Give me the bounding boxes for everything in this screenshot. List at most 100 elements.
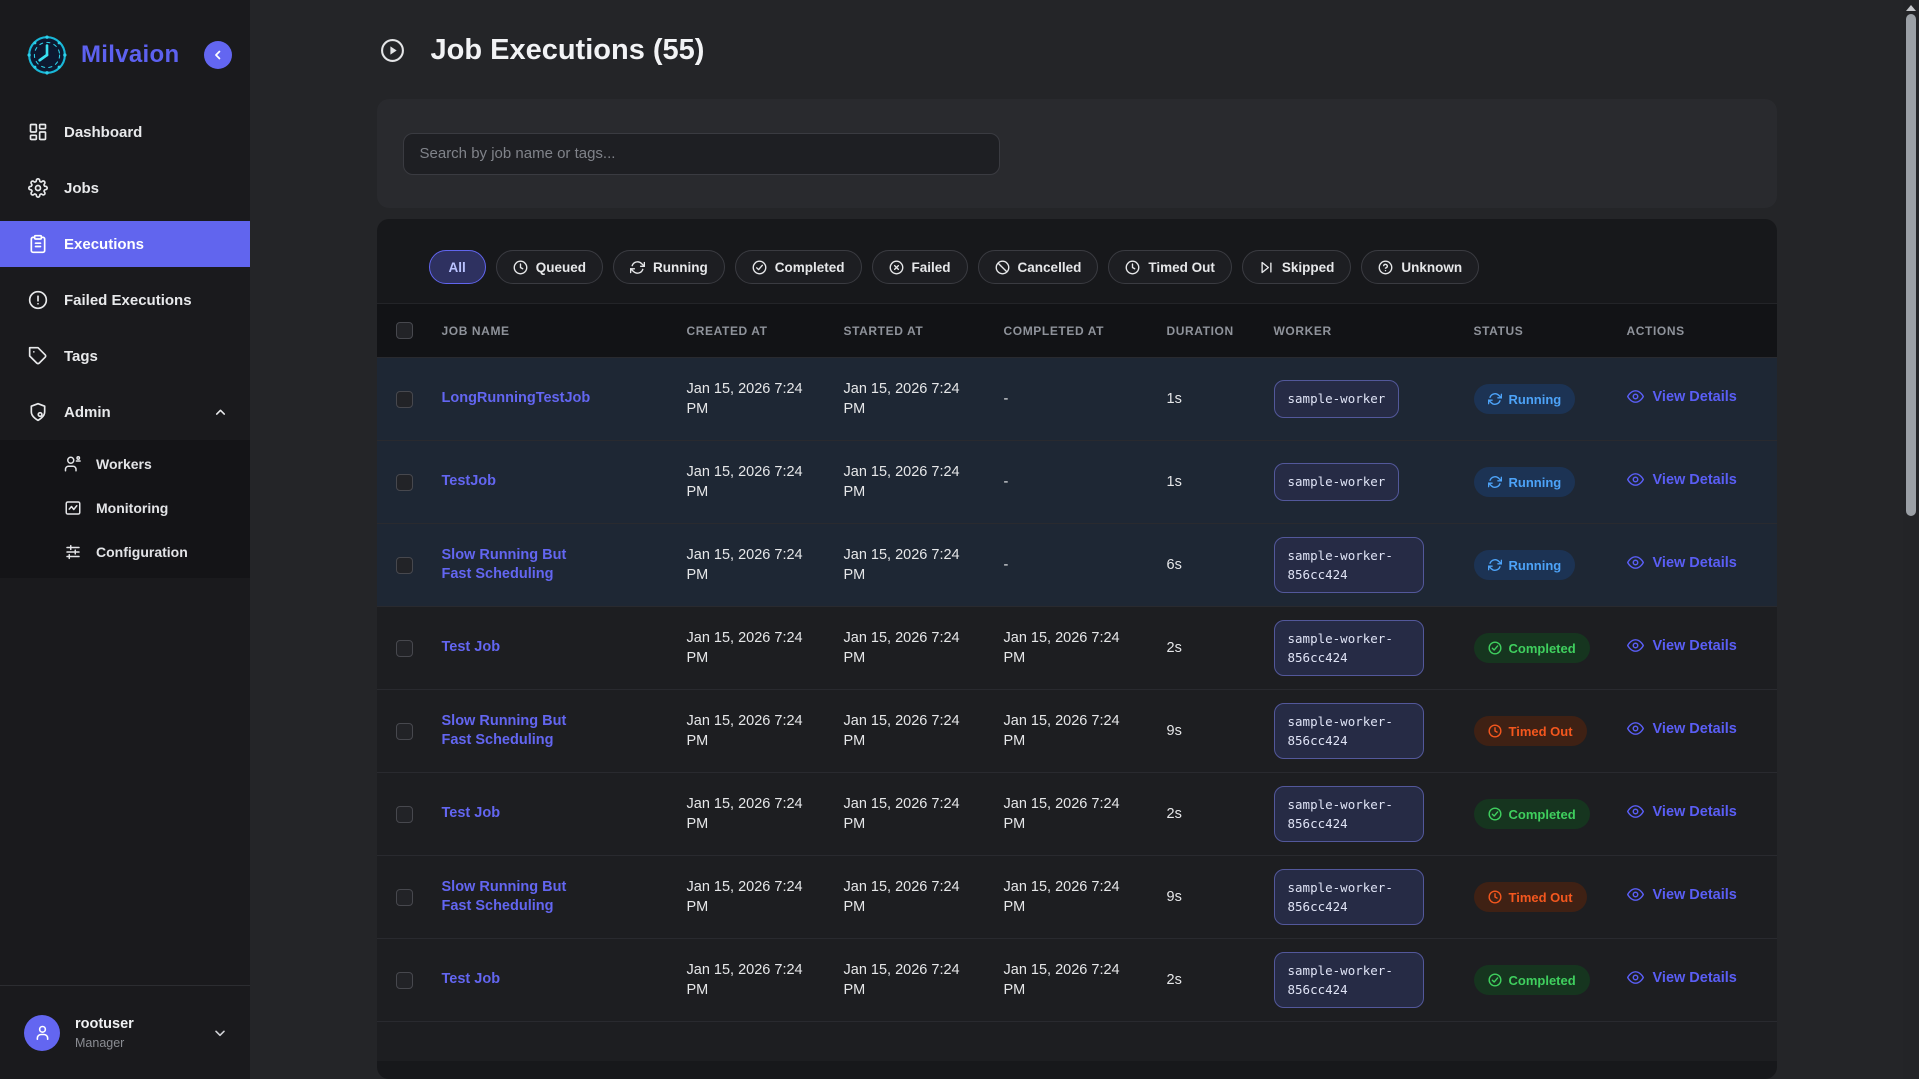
eye-icon xyxy=(1627,886,1644,903)
gear-icon xyxy=(28,178,48,198)
view-details-link[interactable]: View Details xyxy=(1627,554,1737,571)
view-details-link[interactable]: View Details xyxy=(1627,471,1737,488)
sidebar-nav-item[interactable]: Dashboard xyxy=(0,104,250,160)
workers-icon xyxy=(64,455,82,473)
view-details-label: View Details xyxy=(1653,721,1737,737)
completed-at-cell: Jan 15, 2026 7:24 PM xyxy=(987,877,1150,918)
sidebar-item-label: Jobs xyxy=(64,180,99,197)
job-name-link[interactable]: TestJob xyxy=(442,472,670,491)
scrollbar-up-arrow[interactable] xyxy=(1906,5,1916,11)
status-filter-chip[interactable]: Timed Out xyxy=(1108,250,1232,284)
check-circle-icon xyxy=(1488,807,1502,821)
status-filter-chip[interactable]: Cancelled xyxy=(978,250,1099,284)
status-label: Completed xyxy=(1509,641,1576,656)
view-details-label: View Details xyxy=(1653,887,1737,903)
created-at-cell: Jan 15, 2026 7:24 PM xyxy=(670,462,827,503)
ban-icon xyxy=(995,260,1010,275)
view-details-link[interactable]: View Details xyxy=(1627,720,1737,737)
eye-icon xyxy=(1627,803,1644,820)
status-filter-chips: All Queued Running xyxy=(377,219,1777,284)
select-all-checkbox[interactable] xyxy=(396,322,413,339)
user-menu-chevron[interactable] xyxy=(212,1025,228,1041)
worker-badge: sample-worker-856cc424 xyxy=(1274,952,1424,1009)
job-name-link[interactable]: Test Job xyxy=(442,638,670,657)
status-filter-chip[interactable]: Unknown xyxy=(1361,250,1479,284)
row-checkbox[interactable] xyxy=(396,640,413,657)
view-details-link[interactable]: View Details xyxy=(1627,969,1737,986)
view-details-link[interactable]: View Details xyxy=(1627,637,1737,654)
job-name-link[interactable]: Slow Running But Fast Scheduling xyxy=(442,546,670,584)
job-name-link[interactable]: Slow Running But Fast Scheduling xyxy=(442,712,670,750)
duration-cell: 1s xyxy=(1150,474,1257,490)
admin-submenu-item[interactable]: Monitoring xyxy=(0,486,250,530)
status-label: Timed Out xyxy=(1509,724,1573,739)
row-checkbox[interactable] xyxy=(396,806,413,823)
status-badge: Completed xyxy=(1474,799,1590,829)
row-checkbox[interactable] xyxy=(396,391,413,408)
submenu-item-label: Monitoring xyxy=(96,500,168,516)
job-name-link[interactable]: LongRunningTestJob xyxy=(442,389,670,408)
row-checkbox[interactable] xyxy=(396,972,413,989)
window-scrollbar[interactable] xyxy=(1903,0,1919,1079)
sidebar-collapse-button[interactable] xyxy=(204,41,232,69)
status-badge: Running xyxy=(1474,550,1576,580)
scrollbar-thumb[interactable] xyxy=(1906,14,1916,516)
chip-label: Skipped xyxy=(1282,260,1335,275)
chip-label: Queued xyxy=(536,260,586,275)
worker-badge: sample-worker-856cc424 xyxy=(1274,620,1424,677)
chip-label: All xyxy=(449,260,466,275)
sidebar-nav-item[interactable]: Executions xyxy=(0,221,250,267)
search-input[interactable] xyxy=(403,133,1000,175)
completed-at-cell: Jan 15, 2026 7:24 PM xyxy=(987,960,1150,1001)
worker-badge: sample-worker xyxy=(1274,380,1400,417)
column-header: STARTED AT xyxy=(827,324,987,338)
job-name-link[interactable]: Test Job xyxy=(442,804,670,823)
sidebar-item-label: Failed Executions xyxy=(64,292,192,309)
row-checkbox[interactable] xyxy=(396,557,413,574)
sidebar-nav-item[interactable]: Jobs xyxy=(0,160,250,216)
created-at-cell: Jan 15, 2026 7:24 PM xyxy=(670,545,827,586)
monitoring-icon xyxy=(64,499,82,517)
sidebar-nav-item[interactable]: Tags xyxy=(0,328,250,384)
clock-icon xyxy=(1488,724,1502,738)
help-circle-icon xyxy=(1378,260,1393,275)
sidebar-nav-item[interactable]: Failed Executions xyxy=(0,272,250,328)
status-filter-chip[interactable]: All xyxy=(429,250,486,284)
status-filter-chip[interactable]: Queued xyxy=(496,250,603,284)
eye-icon xyxy=(1627,720,1644,737)
status-filter-chip[interactable]: Completed xyxy=(735,250,862,284)
completed-at-cell: Jan 15, 2026 7:24 PM xyxy=(987,794,1150,835)
clipboard-icon xyxy=(28,234,48,254)
status-filter-chip[interactable]: Running xyxy=(613,250,725,284)
view-details-link[interactable]: View Details xyxy=(1627,803,1737,820)
user-role: Manager xyxy=(75,1036,197,1050)
table-row: Slow Running But Fast Scheduling Jan 15,… xyxy=(377,855,1777,938)
completed-at-cell: Jan 15, 2026 7:24 PM xyxy=(987,711,1150,752)
sync-icon xyxy=(1488,475,1502,489)
started-at-cell: Jan 15, 2026 7:24 PM xyxy=(827,379,987,420)
user-menu[interactable]: rootuser Manager xyxy=(0,985,250,1079)
page-title: Job Executions (55) xyxy=(431,34,705,67)
sliders-icon xyxy=(64,543,82,561)
view-details-link[interactable]: View Details xyxy=(1627,388,1737,405)
sidebar-item-admin[interactable]: Admin xyxy=(0,384,250,440)
user-meta: rootuser Manager xyxy=(75,1016,197,1050)
table-header-row: JOB NAME CREATED AT STARTED AT COMPLETED… xyxy=(377,304,1777,357)
row-checkbox[interactable] xyxy=(396,474,413,491)
check-circle-icon xyxy=(1488,641,1502,655)
row-checkbox[interactable] xyxy=(396,889,413,906)
app-window: Milvaion Dashboard Jobs Executions xyxy=(0,0,1919,1079)
column-header: CREATED AT xyxy=(670,324,827,338)
job-name-link[interactable]: Test Job xyxy=(442,970,670,989)
admin-submenu-item[interactable]: Configuration xyxy=(0,530,250,574)
status-filter-chip[interactable]: Skipped xyxy=(1242,250,1352,284)
view-details-link[interactable]: View Details xyxy=(1627,886,1737,903)
started-at-cell: Jan 15, 2026 7:24 PM xyxy=(827,711,987,752)
brand-logo-slot xyxy=(26,34,68,76)
view-details-label: View Details xyxy=(1653,389,1737,405)
job-name-link[interactable]: Slow Running But Fast Scheduling xyxy=(442,878,670,916)
avatar xyxy=(24,1015,60,1051)
admin-submenu-item[interactable]: Workers xyxy=(0,442,250,486)
row-checkbox[interactable] xyxy=(396,723,413,740)
status-filter-chip[interactable]: Failed xyxy=(872,250,968,284)
